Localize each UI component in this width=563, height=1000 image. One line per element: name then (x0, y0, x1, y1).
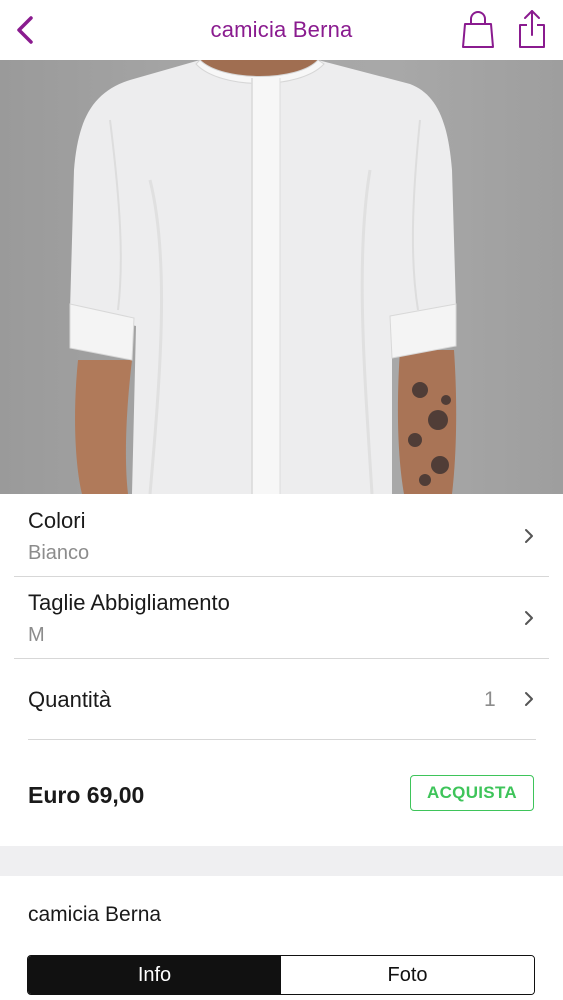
divider (28, 739, 536, 740)
back-button[interactable] (10, 12, 44, 48)
size-option-row[interactable]: Taglie Abbigliamento M (0, 577, 563, 658)
info-photo-segmented-control: Info Foto (27, 955, 535, 995)
section-separator (0, 846, 563, 876)
tab-info[interactable]: Info (28, 956, 281, 994)
description-title: camicia Berna (28, 903, 162, 926)
color-option-row[interactable]: Colori Bianco (0, 494, 563, 576)
size-label: Taglie Abbigliamento (28, 590, 230, 615)
product-image[interactable] (0, 60, 563, 494)
quantity-option-row[interactable]: Quantità 1 (0, 659, 563, 739)
share-icon (519, 10, 545, 48)
chevron-left-icon (17, 16, 33, 44)
cart-button[interactable] (460, 10, 496, 50)
page-title: camicia Berna (210, 17, 353, 42)
price: Euro 69,00 (28, 782, 145, 808)
shopping-bag-icon (462, 11, 494, 48)
share-button[interactable] (514, 8, 550, 50)
shirt-photo (69, 60, 457, 494)
chevron-right-icon (525, 529, 533, 543)
chevron-right-icon (525, 611, 533, 625)
chevron-right-icon (525, 692, 533, 706)
color-label: Colori (28, 508, 86, 533)
color-value: Bianco (28, 542, 90, 564)
quantity-value: 1 (484, 688, 496, 711)
buy-button[interactable]: ACQUISTA (410, 775, 534, 811)
quantity-label: Quantità (28, 687, 112, 712)
navigation-bar: camicia Berna (0, 0, 563, 60)
tab-foto[interactable]: Foto (281, 956, 534, 994)
size-value: M (28, 624, 45, 646)
